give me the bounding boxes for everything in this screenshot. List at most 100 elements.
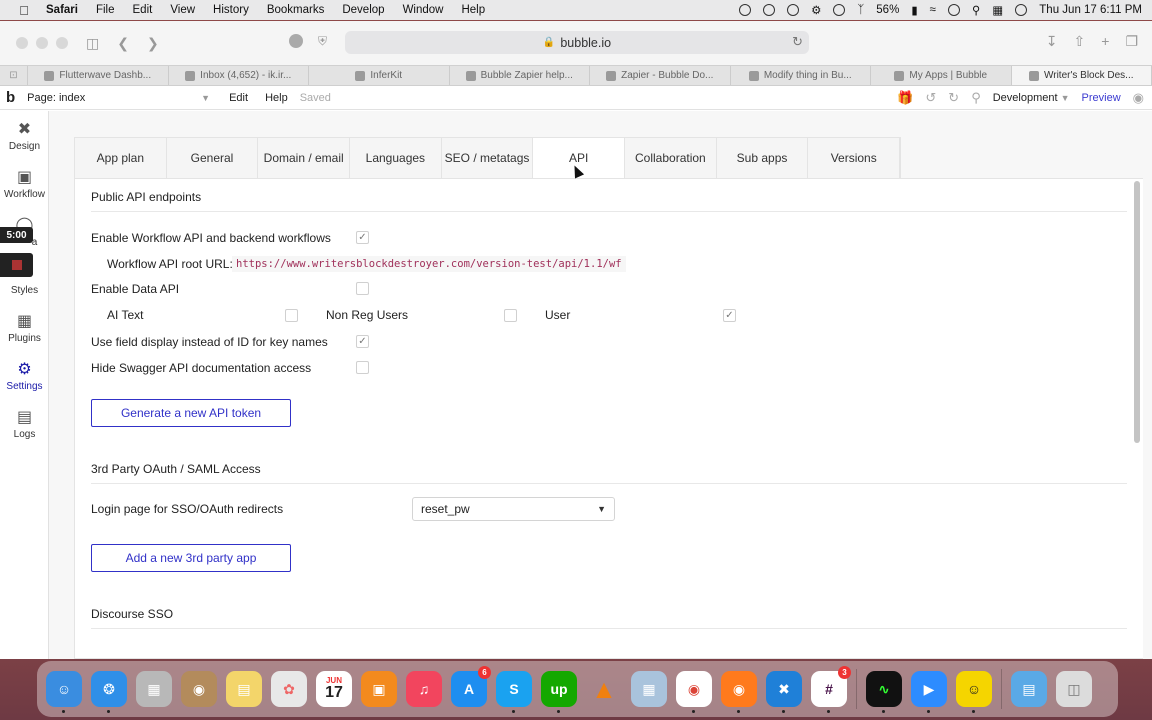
downloads-icon[interactable]: ↧	[1046, 33, 1058, 50]
firefox-icon[interactable]: ◉	[721, 671, 757, 713]
spotlight-icon[interactable]: ⚲	[972, 3, 980, 17]
battery-icon[interactable]: ▮	[911, 3, 917, 17]
tab-sub-apps[interactable]: Sub apps	[717, 138, 809, 178]
menu-window[interactable]: Window	[403, 4, 444, 16]
app-store-icon[interactable]: A6	[451, 666, 491, 707]
tab-overview-icon[interactable]: ❐	[1125, 33, 1138, 50]
share-icon[interactable]: ⇧	[1074, 33, 1086, 50]
status-creative-icon[interactable]	[833, 4, 846, 16]
menu-file[interactable]: File	[96, 4, 115, 16]
preview-link[interactable]: Preview	[1082, 92, 1121, 104]
menu-app-name[interactable]: Safari	[46, 4, 78, 16]
new-tab-icon[interactable]: +	[1101, 33, 1109, 50]
environment-selector[interactable]: Development ▼	[993, 92, 1070, 104]
browser-tab[interactable]: Flutterwave Dashb...	[28, 66, 169, 85]
gift-icon[interactable]: 🎁	[897, 90, 913, 106]
minimize-window-button[interactable]	[36, 37, 48, 49]
books-icon[interactable]: ▣	[361, 671, 397, 707]
loom-icon[interactable]: ☺	[956, 671, 992, 713]
menu-view[interactable]: View	[170, 4, 195, 16]
activity-monitor-icon[interactable]: ∿	[866, 671, 902, 713]
reload-icon[interactable]: ↻	[792, 34, 803, 50]
hide-swagger-checkbox[interactable]	[356, 361, 369, 374]
tab-domain-email[interactable]: Domain / email	[258, 138, 351, 178]
upwork-icon[interactable]: up	[541, 671, 577, 713]
browser-tab[interactable]: Zapier - Bubble Do...	[590, 66, 731, 85]
recording-timer[interactable]: 5:00	[0, 227, 33, 243]
forward-icon[interactable]: ❯	[147, 35, 159, 52]
address-bar[interactable]: 🔒 bubble.io ↻	[345, 31, 809, 54]
apple-icon[interactable]: 	[14, 3, 34, 18]
launchpad-icon[interactable]: ▦	[136, 671, 172, 707]
nav-design[interactable]: ✖ Design	[0, 121, 49, 152]
edit-menu[interactable]: Edit	[229, 92, 248, 104]
data-type-user-checkbox[interactable]: ✓	[723, 309, 736, 322]
shield-icon[interactable]: ⛨	[318, 34, 327, 49]
tab-versions[interactable]: Versions	[808, 138, 901, 178]
back-icon[interactable]: ❮	[117, 35, 129, 52]
vlc-icon[interactable]: ▲	[586, 671, 622, 707]
chrome-icon[interactable]: ◉	[676, 671, 712, 713]
tab-app-plan[interactable]: App plan	[75, 138, 167, 178]
tab-collaboration[interactable]: Collaboration	[625, 138, 717, 178]
generate-api-token-button[interactable]: Generate a new API token	[91, 399, 291, 427]
menu-help[interactable]: Help	[461, 4, 485, 16]
help-menu[interactable]: Help	[265, 92, 288, 104]
pinned-tab[interactable]: ⊡	[0, 66, 28, 85]
tab-languages[interactable]: Languages	[350, 138, 442, 178]
siri-icon[interactable]	[1015, 4, 1028, 16]
downloads-folder-icon[interactable]: ▤	[1011, 671, 1047, 707]
privacy-icon[interactable]	[289, 34, 303, 48]
account-icon[interactable]: ◉	[1133, 90, 1144, 106]
field-display-checkbox[interactable]: ✓	[356, 335, 369, 348]
data-type-ai-text-checkbox[interactable]	[285, 309, 298, 322]
page-selector[interactable]: Page: index	[27, 92, 197, 104]
safari-icon[interactable]: ❂	[91, 671, 127, 713]
menu-edit[interactable]: Edit	[133, 4, 153, 16]
menu-develop[interactable]: Develop	[342, 4, 384, 16]
music-icon[interactable]: ♫	[406, 671, 442, 707]
redo-icon[interactable]: ↻	[948, 90, 959, 106]
search-icon[interactable]: ⚲	[971, 90, 981, 106]
browser-tab[interactable]: InferKit	[309, 66, 450, 85]
browser-tab[interactable]: Modify thing in Bu...	[731, 66, 871, 85]
undo-icon[interactable]: ↺	[925, 90, 936, 106]
data-type-non-reg-users-checkbox[interactable]	[504, 309, 517, 322]
login-page-select[interactable]: reset_pw ▼	[412, 497, 615, 521]
enable-workflow-checkbox[interactable]: ✓	[356, 231, 369, 244]
status-upwork-icon[interactable]	[739, 4, 752, 16]
user-icon[interactable]	[947, 4, 960, 16]
slack-icon[interactable]: #3	[811, 666, 851, 713]
close-window-button[interactable]	[16, 37, 28, 49]
nav-plugins[interactable]: ▦ Plugins	[0, 313, 49, 344]
menu-bookmarks[interactable]: Bookmarks	[267, 4, 325, 16]
menu-datetime[interactable]: Thu Jun 17 6:11 PM	[1039, 4, 1142, 16]
control-center-icon[interactable]: ▦	[992, 3, 1003, 17]
battery-percent[interactable]: 56%	[876, 4, 899, 16]
nav-logs[interactable]: ▤ Logs	[0, 409, 49, 440]
finder-icon[interactable]: ☺	[46, 671, 82, 713]
notes-icon[interactable]: ▤	[226, 671, 262, 707]
menu-history[interactable]: History	[213, 4, 249, 16]
sidebar-toggle-icon[interactable]: ◫	[86, 35, 99, 52]
browser-tab-active[interactable]: Writer's Block Des...	[1011, 66, 1152, 85]
bluetooth-icon[interactable]: ᛉ	[857, 4, 864, 16]
browser-tab[interactable]: Bubble Zapier help...	[450, 66, 590, 85]
zoom-icon[interactable]: ▶	[911, 671, 947, 713]
tab-general[interactable]: General	[167, 138, 259, 178]
tab-seo-metatags[interactable]: SEO / metatags	[442, 138, 534, 178]
calendar-icon[interactable]: JUN 17	[316, 671, 352, 707]
wifi-icon[interactable]: ≈	[930, 4, 936, 16]
status-record-icon[interactable]	[787, 4, 800, 16]
status-check-icon[interactable]	[763, 4, 776, 16]
preview-app-icon[interactable]: ▦	[631, 671, 667, 707]
nav-settings[interactable]: ⚙ Settings	[0, 361, 49, 392]
trash-icon[interactable]: ◫	[1056, 671, 1092, 707]
browser-tab[interactable]: Inbox (4,652) - ik.ir...	[169, 66, 309, 85]
stop-recording-button[interactable]	[0, 253, 33, 277]
browser-tab[interactable]: My Apps | Bubble	[871, 66, 1012, 85]
bubble-logo-icon[interactable]: b	[6, 89, 15, 106]
vscode-icon[interactable]: ✖	[766, 671, 802, 713]
add-third-party-app-button[interactable]: Add a new 3rd party app	[91, 544, 291, 572]
skype-icon[interactable]: S	[496, 671, 532, 713]
